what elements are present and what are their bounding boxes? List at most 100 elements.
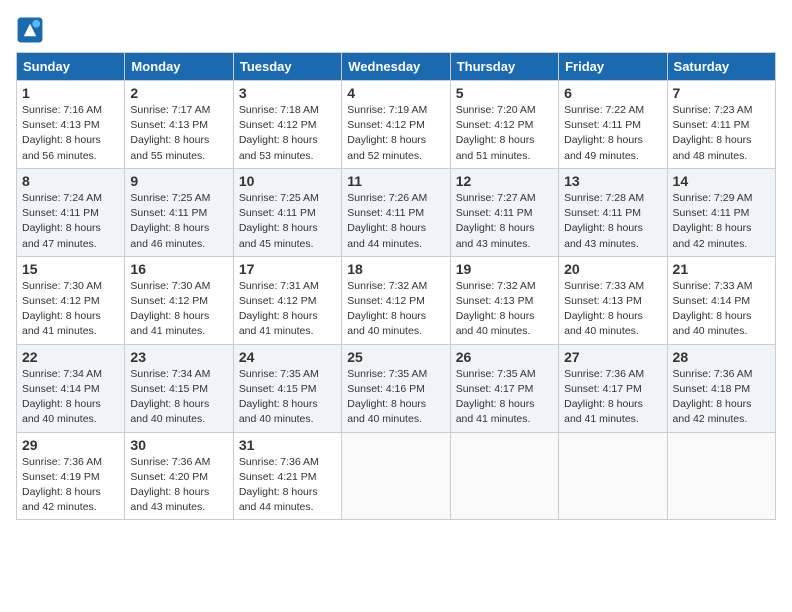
sunset-text: Sunset: 4:13 PM <box>456 294 553 309</box>
daylight-text: Daylight: 8 hours and 43 minutes. <box>130 485 227 515</box>
daylight-text: Daylight: 8 hours and 44 minutes. <box>239 485 336 515</box>
daylight-text: Daylight: 8 hours and 41 minutes. <box>456 397 553 427</box>
cell-info: Sunrise: 7:31 AM Sunset: 4:12 PM Dayligh… <box>239 279 336 340</box>
day-number: 6 <box>564 85 661 101</box>
weekday-header-tuesday: Tuesday <box>233 53 341 81</box>
calendar-cell: 9 Sunrise: 7:25 AM Sunset: 4:11 PM Dayli… <box>125 168 233 256</box>
daylight-text: Daylight: 8 hours and 44 minutes. <box>347 221 444 251</box>
cell-info: Sunrise: 7:27 AM Sunset: 4:11 PM Dayligh… <box>456 191 553 252</box>
daylight-text: Daylight: 8 hours and 40 minutes. <box>564 309 661 339</box>
day-number: 28 <box>673 349 770 365</box>
calendar-cell: 2 Sunrise: 7:17 AM Sunset: 4:13 PM Dayli… <box>125 81 233 169</box>
day-number: 19 <box>456 261 553 277</box>
calendar-cell: 13 Sunrise: 7:28 AM Sunset: 4:11 PM Dayl… <box>559 168 667 256</box>
weekday-header-monday: Monday <box>125 53 233 81</box>
sunrise-text: Sunrise: 7:17 AM <box>130 103 227 118</box>
sunrise-text: Sunrise: 7:35 AM <box>456 367 553 382</box>
calendar-cell: 1 Sunrise: 7:16 AM Sunset: 4:13 PM Dayli… <box>17 81 125 169</box>
cell-info: Sunrise: 7:33 AM Sunset: 4:14 PM Dayligh… <box>673 279 770 340</box>
sunset-text: Sunset: 4:12 PM <box>347 294 444 309</box>
day-number: 24 <box>239 349 336 365</box>
cell-info: Sunrise: 7:34 AM Sunset: 4:15 PM Dayligh… <box>130 367 227 428</box>
sunset-text: Sunset: 4:20 PM <box>130 470 227 485</box>
daylight-text: Daylight: 8 hours and 49 minutes. <box>564 133 661 163</box>
sunrise-text: Sunrise: 7:18 AM <box>239 103 336 118</box>
daylight-text: Daylight: 8 hours and 51 minutes. <box>456 133 553 163</box>
calendar-cell <box>342 432 450 520</box>
cell-info: Sunrise: 7:35 AM Sunset: 4:15 PM Dayligh… <box>239 367 336 428</box>
cell-info: Sunrise: 7:33 AM Sunset: 4:13 PM Dayligh… <box>564 279 661 340</box>
sunrise-text: Sunrise: 7:36 AM <box>239 455 336 470</box>
sunset-text: Sunset: 4:12 PM <box>130 294 227 309</box>
calendar-week-row: 15 Sunrise: 7:30 AM Sunset: 4:12 PM Dayl… <box>17 256 776 344</box>
cell-info: Sunrise: 7:26 AM Sunset: 4:11 PM Dayligh… <box>347 191 444 252</box>
daylight-text: Daylight: 8 hours and 56 minutes. <box>22 133 119 163</box>
calendar-week-row: 8 Sunrise: 7:24 AM Sunset: 4:11 PM Dayli… <box>17 168 776 256</box>
sunrise-text: Sunrise: 7:25 AM <box>130 191 227 206</box>
day-number: 15 <box>22 261 119 277</box>
calendar-cell: 17 Sunrise: 7:31 AM Sunset: 4:12 PM Dayl… <box>233 256 341 344</box>
cell-info: Sunrise: 7:17 AM Sunset: 4:13 PM Dayligh… <box>130 103 227 164</box>
calendar-cell: 15 Sunrise: 7:30 AM Sunset: 4:12 PM Dayl… <box>17 256 125 344</box>
sunset-text: Sunset: 4:12 PM <box>347 118 444 133</box>
day-number: 4 <box>347 85 444 101</box>
day-number: 5 <box>456 85 553 101</box>
sunset-text: Sunset: 4:12 PM <box>22 294 119 309</box>
sunrise-text: Sunrise: 7:20 AM <box>456 103 553 118</box>
calendar-cell: 12 Sunrise: 7:27 AM Sunset: 4:11 PM Dayl… <box>450 168 558 256</box>
sunrise-text: Sunrise: 7:26 AM <box>347 191 444 206</box>
day-number: 1 <box>22 85 119 101</box>
cell-info: Sunrise: 7:36 AM Sunset: 4:17 PM Dayligh… <box>564 367 661 428</box>
calendar-cell: 31 Sunrise: 7:36 AM Sunset: 4:21 PM Dayl… <box>233 432 341 520</box>
sunrise-text: Sunrise: 7:33 AM <box>673 279 770 294</box>
sunset-text: Sunset: 4:12 PM <box>239 294 336 309</box>
sunset-text: Sunset: 4:12 PM <box>239 118 336 133</box>
daylight-text: Daylight: 8 hours and 41 minutes. <box>130 309 227 339</box>
sunrise-text: Sunrise: 7:36 AM <box>22 455 119 470</box>
daylight-text: Daylight: 8 hours and 40 minutes. <box>456 309 553 339</box>
calendar-week-row: 22 Sunrise: 7:34 AM Sunset: 4:14 PM Dayl… <box>17 344 776 432</box>
sunrise-text: Sunrise: 7:34 AM <box>130 367 227 382</box>
sunrise-text: Sunrise: 7:32 AM <box>347 279 444 294</box>
calendar-cell: 14 Sunrise: 7:29 AM Sunset: 4:11 PM Dayl… <box>667 168 775 256</box>
day-number: 29 <box>22 437 119 453</box>
daylight-text: Daylight: 8 hours and 41 minutes. <box>239 309 336 339</box>
daylight-text: Daylight: 8 hours and 41 minutes. <box>22 309 119 339</box>
calendar-cell: 10 Sunrise: 7:25 AM Sunset: 4:11 PM Dayl… <box>233 168 341 256</box>
sunset-text: Sunset: 4:11 PM <box>456 206 553 221</box>
calendar-cell: 24 Sunrise: 7:35 AM Sunset: 4:15 PM Dayl… <box>233 344 341 432</box>
calendar-cell <box>450 432 558 520</box>
daylight-text: Daylight: 8 hours and 43 minutes. <box>456 221 553 251</box>
sunrise-text: Sunrise: 7:35 AM <box>347 367 444 382</box>
day-number: 17 <box>239 261 336 277</box>
calendar-cell: 18 Sunrise: 7:32 AM Sunset: 4:12 PM Dayl… <box>342 256 450 344</box>
calendar-cell: 20 Sunrise: 7:33 AM Sunset: 4:13 PM Dayl… <box>559 256 667 344</box>
sunrise-text: Sunrise: 7:28 AM <box>564 191 661 206</box>
sunset-text: Sunset: 4:12 PM <box>456 118 553 133</box>
cell-info: Sunrise: 7:35 AM Sunset: 4:16 PM Dayligh… <box>347 367 444 428</box>
daylight-text: Daylight: 8 hours and 47 minutes. <box>22 221 119 251</box>
cell-info: Sunrise: 7:30 AM Sunset: 4:12 PM Dayligh… <box>22 279 119 340</box>
day-number: 11 <box>347 173 444 189</box>
cell-info: Sunrise: 7:20 AM Sunset: 4:12 PM Dayligh… <box>456 103 553 164</box>
sunrise-text: Sunrise: 7:27 AM <box>456 191 553 206</box>
calendar-week-row: 1 Sunrise: 7:16 AM Sunset: 4:13 PM Dayli… <box>17 81 776 169</box>
cell-info: Sunrise: 7:24 AM Sunset: 4:11 PM Dayligh… <box>22 191 119 252</box>
sunset-text: Sunset: 4:11 PM <box>239 206 336 221</box>
sunrise-text: Sunrise: 7:19 AM <box>347 103 444 118</box>
sunset-text: Sunset: 4:11 PM <box>564 118 661 133</box>
cell-info: Sunrise: 7:23 AM Sunset: 4:11 PM Dayligh… <box>673 103 770 164</box>
calendar-cell: 19 Sunrise: 7:32 AM Sunset: 4:13 PM Dayl… <box>450 256 558 344</box>
calendar-cell: 6 Sunrise: 7:22 AM Sunset: 4:11 PM Dayli… <box>559 81 667 169</box>
sunset-text: Sunset: 4:13 PM <box>22 118 119 133</box>
sunset-text: Sunset: 4:11 PM <box>347 206 444 221</box>
sunset-text: Sunset: 4:13 PM <box>564 294 661 309</box>
daylight-text: Daylight: 8 hours and 48 minutes. <box>673 133 770 163</box>
calendar-cell <box>667 432 775 520</box>
calendar-cell: 16 Sunrise: 7:30 AM Sunset: 4:12 PM Dayl… <box>125 256 233 344</box>
calendar-cell: 11 Sunrise: 7:26 AM Sunset: 4:11 PM Dayl… <box>342 168 450 256</box>
daylight-text: Daylight: 8 hours and 42 minutes. <box>673 221 770 251</box>
daylight-text: Daylight: 8 hours and 45 minutes. <box>239 221 336 251</box>
day-number: 9 <box>130 173 227 189</box>
sunrise-text: Sunrise: 7:16 AM <box>22 103 119 118</box>
